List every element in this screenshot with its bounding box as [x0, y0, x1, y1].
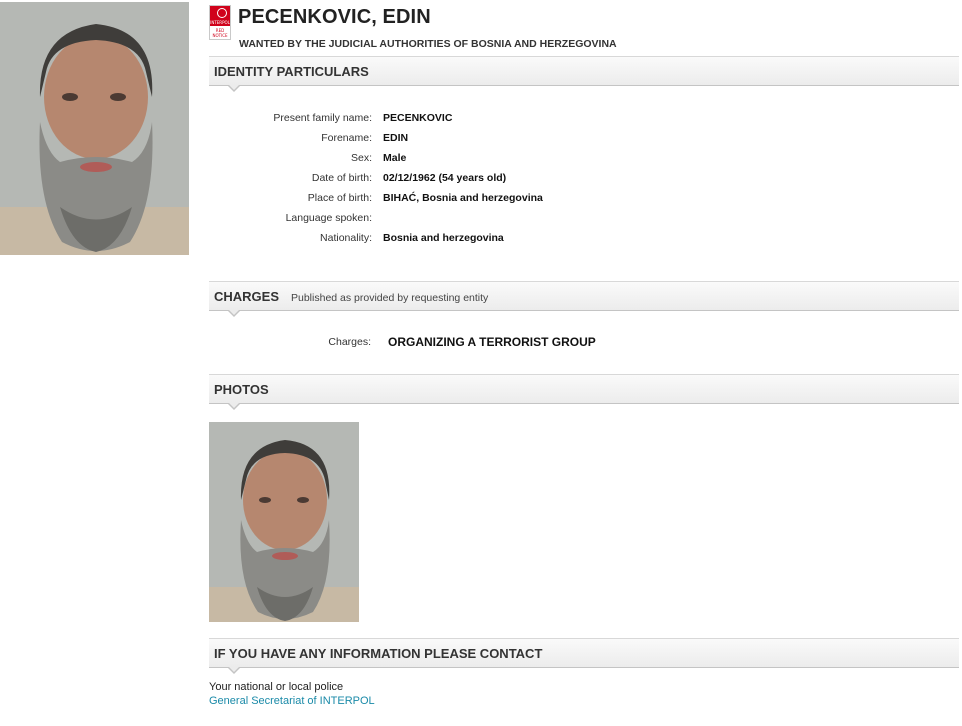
section-pointer-icon — [227, 666, 241, 674]
field-label: Place of birth: — [307, 192, 372, 204]
photos-section-header: PHOTOS — [209, 374, 959, 410]
field-label: Forename: — [321, 132, 372, 144]
field-value: 02/12/1962 (54 years old) — [383, 172, 507, 184]
interpol-logo: INTERPOL — [210, 6, 230, 26]
identity-section-header: IDENTITY PARTICULARS — [209, 56, 959, 92]
charges-section-header: CHARGES Published as provided by request… — [209, 281, 959, 317]
wanted-by-subtitle: WANTED BY THE JUDICIAL AUTHORITIES OF BO… — [239, 38, 617, 50]
field-label: Date of birth: — [311, 172, 372, 184]
contact-interpol-link[interactable]: General Secretariat of INTERPOL — [209, 695, 375, 707]
notice-icon-top-text: INTERPOL — [210, 20, 230, 25]
contact-national-police: Your national or local police — [209, 681, 344, 693]
globe-icon — [217, 8, 227, 18]
field-label: Nationality: — [320, 232, 372, 244]
identity-section-title: IDENTITY PARTICULARS — [214, 64, 369, 79]
field-value: EDIN — [383, 132, 409, 144]
field-label: Language spoken: — [285, 212, 372, 224]
contact-section-header: IF YOU HAVE ANY INFORMATION PLEASE CONTA… — [209, 638, 959, 674]
contact-section-title: IF YOU HAVE ANY INFORMATION PLEASE CONTA… — [214, 646, 543, 661]
main-photo — [0, 2, 189, 255]
section-pointer-icon — [227, 402, 241, 410]
field-value: Bosnia and herzegovina — [383, 232, 504, 244]
field-label: Sex: — [350, 152, 372, 164]
charges-value: ORGANIZING A TERRORIST GROUP — [388, 335, 596, 349]
section-pointer-icon — [227, 309, 241, 317]
charges-section-title: CHARGES — [214, 289, 280, 304]
charges-label: Charges: — [328, 336, 371, 348]
field-label: Present family name: — [273, 112, 372, 124]
page-title: PECENKOVIC, EDIN — [238, 6, 431, 28]
field-value: Male — [383, 152, 407, 164]
notice-icon-bottom-text: RED NOTICE — [212, 28, 228, 38]
red-notice-icon: INTERPOL RED NOTICE — [209, 5, 231, 40]
section-pointer-icon — [227, 84, 241, 92]
charges-section-subtitle: Published as provided by requesting enti… — [291, 292, 489, 304]
photo-thumbnail[interactable] — [209, 422, 359, 622]
field-value: PECENKOVIC — [383, 112, 453, 124]
photos-section-title: PHOTOS — [214, 382, 269, 397]
field-value: BIHAĆ, Bosnia and herzegovina — [383, 192, 543, 204]
